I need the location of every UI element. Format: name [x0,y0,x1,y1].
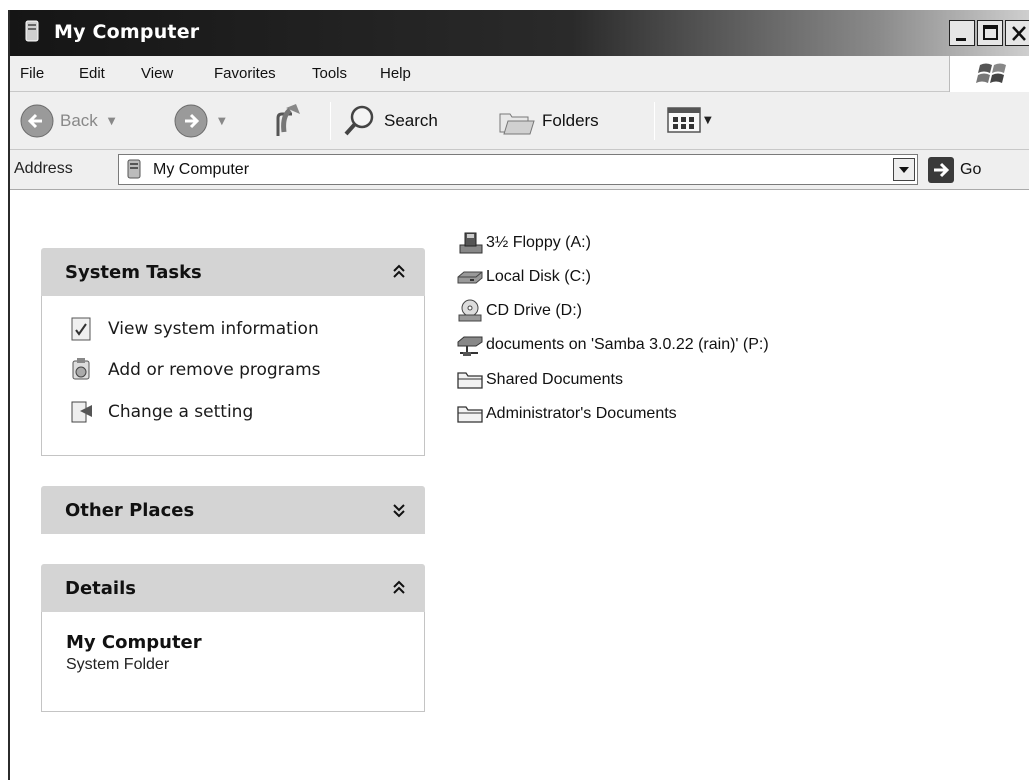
details-body: My Computer System Folder [41,612,425,712]
other-places-panel: Other Places [41,486,425,534]
add-remove-programs-icon [72,358,90,380]
drive-cd-d[interactable]: CD Drive (D:) [456,298,582,324]
menu-tools[interactable]: Tools [312,65,347,82]
window-title: My Computer [54,21,200,43]
folders-button[interactable]: Folders [496,104,599,138]
address-dropdown-button[interactable] [893,158,915,181]
views-button[interactable]: ▼ [666,106,712,134]
address-input[interactable]: My Computer [118,154,918,185]
forward-button[interactable]: ▼ [174,104,226,138]
system-tasks-panel: System Tasks View system information Add… [41,248,425,456]
close-button[interactable] [1005,20,1029,46]
up-button[interactable] [272,102,308,140]
panel-title: Other Places [65,500,195,521]
hard-disk-icon [457,271,483,284]
back-label: Back [60,111,98,130]
menu-favorites[interactable]: Favorites [214,65,276,82]
network-drive-icon [457,336,483,356]
views-grid-icon [667,107,701,133]
details-header[interactable]: Details [41,564,425,612]
drive-local-disk-c[interactable]: Local Disk (C:) [456,264,591,290]
panel-title: Details [65,578,136,599]
folder-icon [457,406,483,423]
maximize-button[interactable] [977,20,1003,46]
cd-drive-icon [458,299,482,322]
computer-icon [127,159,141,179]
floppy-drive-icon [459,232,483,254]
system-info-icon [71,317,91,341]
windows-logo [949,56,1029,92]
collapse-chevron-icon[interactable] [389,262,409,282]
window-controls [949,20,1029,46]
other-places-header[interactable]: Other Places [41,486,425,534]
menu-view[interactable]: View [141,65,173,82]
back-button[interactable]: Back ▼ [20,104,116,138]
folders-label: Folders [542,111,599,130]
menu-help[interactable]: Help [380,65,411,82]
explorer-window: My Computer File Edit View Favorites Too… [8,10,1029,780]
system-tasks-body: View system information Add or remove pr… [41,296,425,456]
menu-bar: File Edit View Favorites Tools Help [10,56,1029,92]
forward-arrow-icon [174,104,208,138]
menu-edit[interactable]: Edit [79,65,105,82]
folder-administrators-documents[interactable]: Administrator's Documents [456,401,677,427]
search-button[interactable]: Search [342,104,438,138]
task-add-remove-programs[interactable]: Add or remove programs [70,357,321,383]
collapse-chevron-icon[interactable] [389,578,409,598]
task-view-system-information[interactable]: View system information [70,316,319,342]
search-label: Search [384,111,438,130]
address-value: My Computer [153,161,250,178]
details-name: My Computer [66,632,202,653]
back-dropdown-icon[interactable]: ▼ [108,116,116,127]
control-panel-icon [71,401,92,423]
folders-icon [499,113,535,135]
task-change-a-setting[interactable]: Change a setting [70,399,253,425]
folder-icon [457,372,483,389]
menu-file[interactable]: File [20,65,44,82]
drive-network-p[interactable]: documents on 'Samba 3.0.22 (rain)' (P:) [456,332,769,358]
chevron-down-icon [899,167,909,173]
folder-shared-documents[interactable]: Shared Documents [456,367,623,393]
system-tasks-header[interactable]: System Tasks [41,248,425,296]
toolbar: Back ▼ ▼ Search Folders ▼ [10,92,1029,150]
address-bar: Address My Computer Go [10,150,1029,190]
go-button[interactable]: Go [928,155,981,185]
views-dropdown-icon[interactable]: ▼ [704,115,712,126]
drive-floppy-a[interactable]: 3½ Floppy (A:) [456,230,591,256]
go-arrow-icon [928,157,954,183]
search-icon [344,105,374,136]
expand-chevron-icon[interactable] [389,500,409,520]
details-type: System Folder [66,656,170,673]
panel-title: System Tasks [65,262,202,283]
back-arrow-icon [20,104,54,138]
address-label: Address [14,160,73,177]
forward-dropdown-icon[interactable]: ▼ [218,116,226,127]
title-bar[interactable]: My Computer [10,10,1029,56]
computer-icon [25,20,39,42]
details-panel: Details My Computer System Folder [41,564,425,712]
minimize-button[interactable] [949,20,975,46]
go-label: Go [960,161,982,178]
folder-up-icon [276,104,300,136]
